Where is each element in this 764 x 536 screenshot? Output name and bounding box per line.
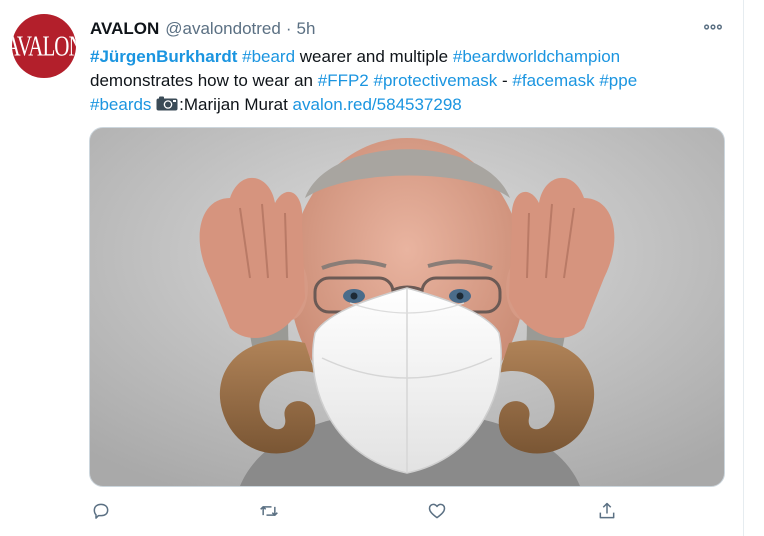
more-options-button[interactable]: [698, 14, 728, 40]
tweet-photo[interactable]: [89, 127, 725, 487]
tweet-link[interactable]: avalon.red/584537298: [293, 95, 462, 114]
tweet[interactable]: AVALON AVALON @avalondotred · 5h #Jürgen…: [0, 0, 744, 536]
tweet-text-line-3: #beards :Marijan Murat avalon.red/584537…: [90, 93, 730, 117]
hashtag-beards[interactable]: #beards: [90, 95, 151, 114]
hashtag-beardworldchampion[interactable]: #beardworldchampion: [453, 47, 620, 66]
column-divider: [743, 0, 744, 536]
camera-icon: [156, 96, 178, 111]
reply-icon: [93, 503, 109, 519]
photo-man-wearing-ffp2-mask: [90, 128, 724, 486]
reply-button[interactable]: [86, 496, 116, 526]
tweet-text: #JürgenBurkhardt #beard wearer and multi…: [90, 45, 730, 117]
tweet-text-segment: demonstrates how to wear an: [90, 71, 318, 90]
hashtag-facemask[interactable]: #facemask: [512, 71, 594, 90]
display-name[interactable]: AVALON: [90, 19, 159, 39]
hashtag-beard[interactable]: #beard: [242, 47, 295, 66]
like-button[interactable]: [422, 496, 452, 526]
avatar[interactable]: AVALON: [12, 14, 76, 78]
retweet-button[interactable]: [254, 496, 284, 526]
tweet-header: AVALON @avalondotred · 5h: [90, 18, 315, 40]
separator-dot: ·: [285, 19, 292, 38]
tweet-text-segment: wearer and multiple: [295, 47, 453, 66]
more-horizontal-icon: [704, 24, 722, 30]
avatar-logo-text: AVALON: [12, 29, 76, 62]
tweet-text-line-2: demonstrates how to wear an #FFP2 #prote…: [90, 69, 730, 93]
user-handle[interactable]: @avalondotred: [165, 19, 281, 39]
timestamp[interactable]: 5h: [297, 19, 316, 39]
tweet-actions: [86, 496, 726, 526]
share-button[interactable]: [592, 496, 622, 526]
hashtag-ffp2[interactable]: #FFP2: [318, 71, 369, 90]
hashtag-protectivemask[interactable]: #protectivemask: [374, 71, 498, 90]
hashtag-jurgenburkhardt[interactable]: #JürgenBurkhardt: [90, 47, 237, 66]
hashtag-ppe[interactable]: #ppe: [599, 71, 637, 90]
heart-icon: [428, 503, 446, 519]
share-icon: [599, 502, 615, 519]
tweet-text-dash: -: [497, 71, 513, 90]
tweet-text-line-1: #JürgenBurkhardt #beard wearer and multi…: [90, 45, 730, 69]
photo-credit: :Marijan Murat: [179, 95, 288, 114]
retweet-icon: [260, 506, 278, 516]
